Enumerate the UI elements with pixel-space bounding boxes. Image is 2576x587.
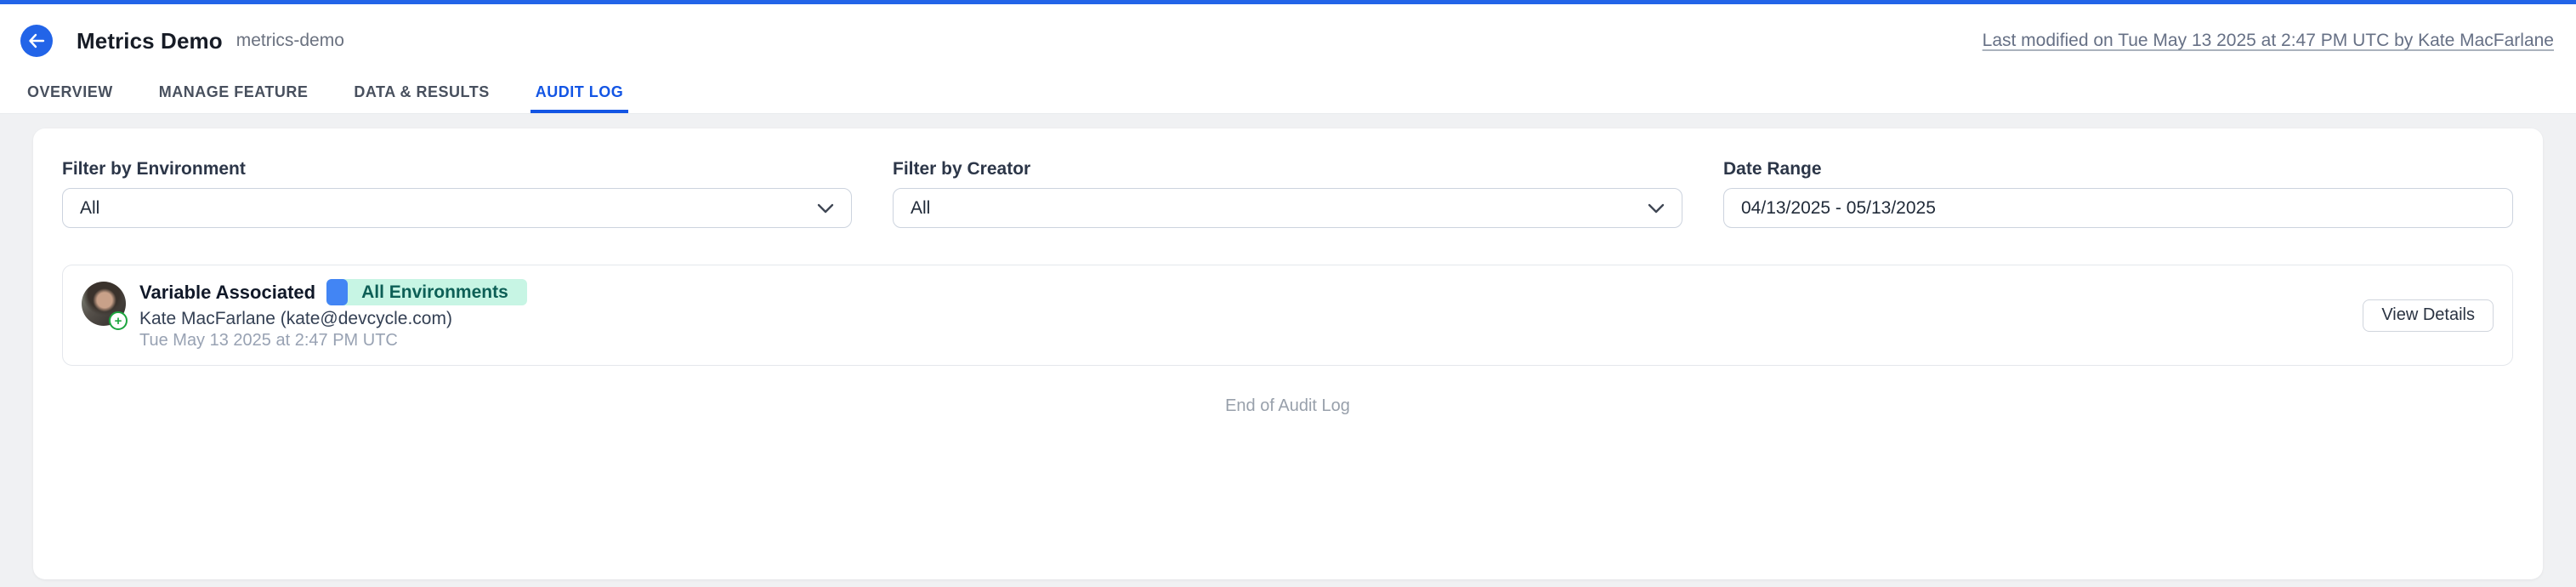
page-title: Metrics Demo (77, 28, 223, 54)
date-range-label: Date Range (1723, 159, 2513, 180)
page-content: Filter by Environment All Filter by Crea… (0, 114, 2576, 579)
tab-data-results[interactable]: DATA & RESULTS (349, 83, 494, 113)
tab-overview[interactable]: OVERVIEW (22, 83, 118, 113)
tab-manage-feature[interactable]: MANAGE FEATURE (154, 83, 314, 113)
audit-entry-body: Variable Associated All Environments Kat… (139, 279, 527, 351)
creator-select-value: All (911, 198, 930, 219)
arrow-left-icon (28, 33, 45, 48)
back-button[interactable] (20, 25, 53, 57)
creator-select[interactable]: All (893, 188, 1682, 228)
audit-timestamp: Tue May 13 2025 at 2:47 PM UTC (139, 330, 527, 351)
audit-entry-title-row: Variable Associated All Environments (139, 279, 527, 305)
avatar: + (82, 282, 126, 326)
environment-select-value: All (80, 198, 99, 219)
end-of-audit-log-text: End of Audit Log (62, 396, 2513, 416)
audit-user: Kate MacFarlane (kate@devcycle.com) (139, 307, 527, 330)
environment-badge: All Environments (326, 279, 527, 305)
create-action-plus-icon: + (109, 311, 128, 330)
environment-select[interactable]: All (62, 188, 852, 228)
last-modified-text: Last modified on Tue May 13 2025 at 2:47… (1983, 31, 2554, 51)
environment-color-chip (326, 279, 348, 305)
audit-log-panel: Filter by Environment All Filter by Crea… (33, 128, 2543, 579)
tab-audit-log[interactable]: AUDIT LOG (531, 83, 629, 113)
filter-environment-group: Filter by Environment All (62, 159, 852, 228)
filter-environment-label: Filter by Environment (62, 159, 852, 180)
chevron-down-icon (817, 203, 834, 214)
filter-creator-group: Filter by Creator All (893, 159, 1682, 228)
date-range-input[interactable] (1723, 188, 2513, 228)
audit-log-entry: + Variable Associated All Environments K… (62, 265, 2513, 366)
view-details-button[interactable]: View Details (2363, 299, 2494, 332)
filter-creator-label: Filter by Creator (893, 159, 1682, 180)
feature-tabs: OVERVIEW MANAGE FEATURE DATA & RESULTS A… (22, 83, 2576, 113)
chevron-down-icon (1648, 203, 1665, 214)
filters-row: Filter by Environment All Filter by Crea… (62, 159, 2513, 228)
header-row: Metrics Demo metrics-demo Last modified … (0, 25, 2576, 57)
filter-date-range-group: Date Range (1723, 159, 2513, 228)
environment-badge-label: All Environments (361, 282, 508, 303)
feature-key: metrics-demo (236, 31, 344, 51)
audit-action-title: Variable Associated (139, 282, 315, 304)
feature-header: Metrics Demo metrics-demo Last modified … (0, 4, 2576, 114)
